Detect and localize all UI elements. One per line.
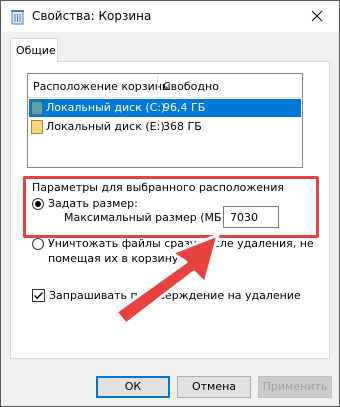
drive-icon bbox=[31, 101, 43, 115]
list-item-drive-e[interactable]: Локальный диск (E:) 368 ГБ bbox=[29, 118, 301, 136]
highlight-box bbox=[23, 176, 319, 238]
drive-icon bbox=[31, 120, 43, 134]
drive-name: Локальный диск (E:) bbox=[46, 120, 165, 133]
column-location[interactable]: Расположение корзины bbox=[33, 80, 171, 93]
recycle-bin-icon bbox=[11, 10, 24, 25]
drive-free-space: 368 ГБ bbox=[163, 120, 202, 133]
list-header: Расположение корзины Свободно bbox=[28, 74, 302, 98]
location-list[interactable]: Расположение корзины Свободно Локальный … bbox=[27, 73, 303, 168]
properties-window: Свойства: Корзина Общие Расположение кор… bbox=[0, 0, 340, 407]
column-free[interactable]: Свободно bbox=[163, 80, 219, 93]
close-icon[interactable] bbox=[295, 1, 339, 32]
title-bar: Свойства: Корзина bbox=[1, 1, 339, 32]
tab-general-label: Общие bbox=[16, 44, 56, 57]
delete-immediately-label[interactable]: Уничтожать файлы сразу после удаления, н… bbox=[48, 237, 314, 250]
window-title: Свойства: Корзина bbox=[32, 9, 152, 23]
confirm-delete-label[interactable]: Запрашивать подтверждение на удаление bbox=[49, 289, 301, 302]
apply-button[interactable]: Применить bbox=[258, 376, 332, 398]
drive-name: Локальный диск (C:) bbox=[46, 101, 166, 114]
cancel-button[interactable]: Отмена bbox=[177, 376, 251, 398]
tab-general[interactable]: Общие bbox=[10, 38, 58, 62]
delete-immediately-radio[interactable] bbox=[32, 238, 44, 250]
drive-free-space: 96,4 ГБ bbox=[163, 101, 206, 114]
delete-immediately-label-line2[interactable]: помещая их в корзину bbox=[48, 252, 178, 265]
ok-button[interactable]: ОК bbox=[96, 376, 170, 398]
list-item-drive-c[interactable]: Локальный диск (C:) 96,4 ГБ bbox=[29, 99, 301, 117]
checkmark-icon bbox=[34, 292, 44, 300]
column-separator bbox=[157, 74, 158, 98]
confirm-delete-checkbox[interactable] bbox=[32, 289, 45, 302]
